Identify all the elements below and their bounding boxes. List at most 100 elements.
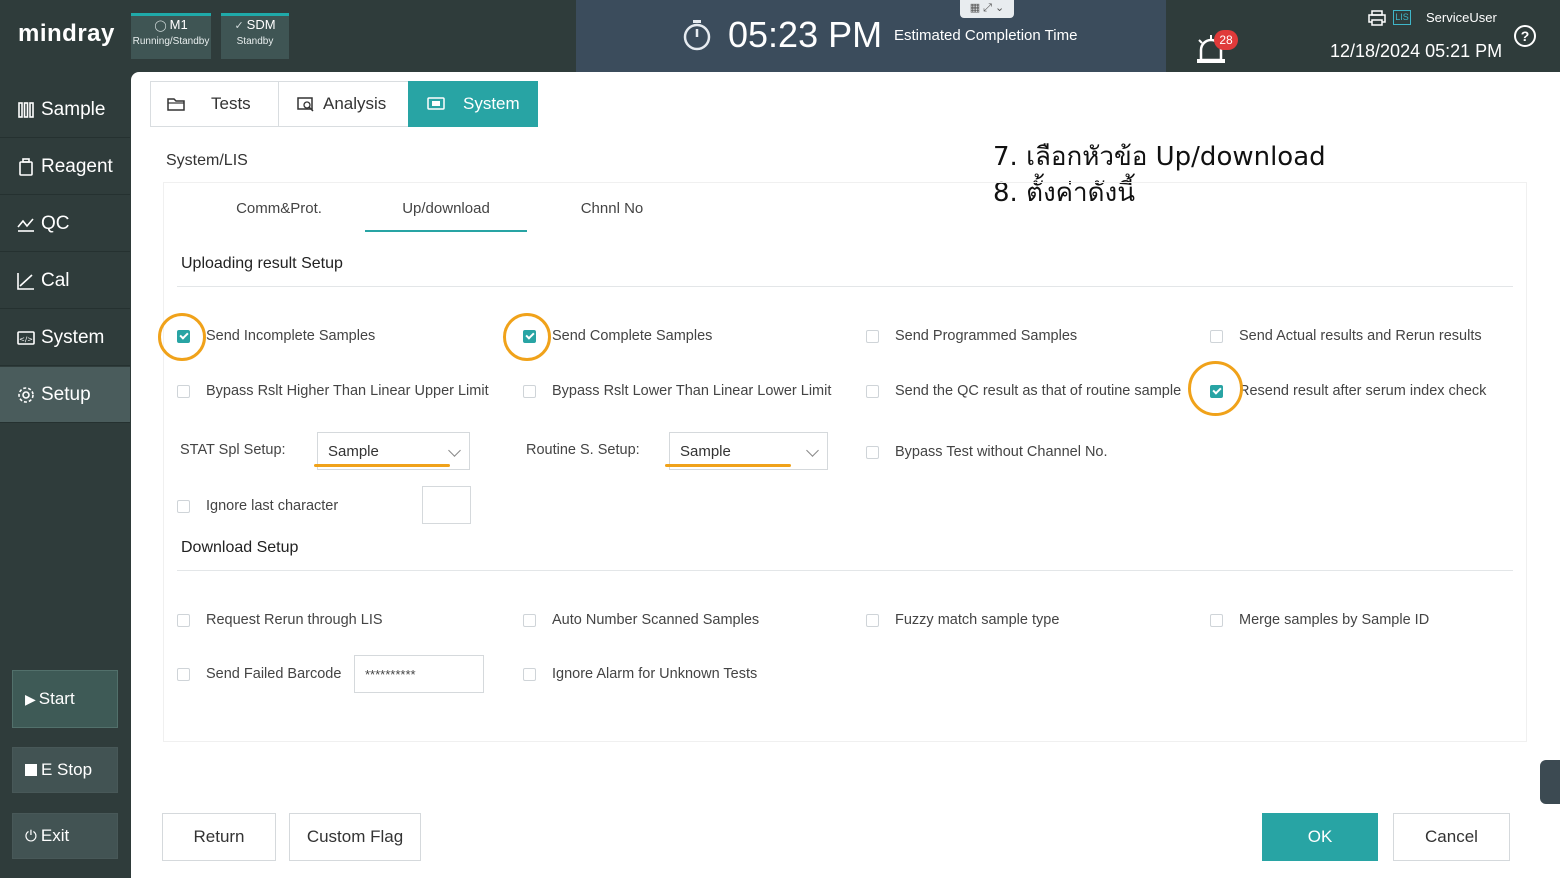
checkbox[interactable] <box>177 384 190 398</box>
breadcrumb: System/LIS <box>166 152 248 169</box>
system-icon: </> <box>17 330 35 345</box>
option-send-qc-as-routine[interactable]: Send the QC result as that of routine sa… <box>866 381 1181 401</box>
chevron-down-icon <box>806 444 819 457</box>
checkbox[interactable] <box>1210 613 1223 627</box>
highlight-underline <box>314 464 450 467</box>
folder-icon <box>167 98 185 111</box>
checkbox[interactable] <box>523 613 536 627</box>
alarm-count-badge: 28 <box>1214 30 1238 50</box>
return-button[interactable]: Return <box>162 813 276 861</box>
analysis-icon <box>297 97 314 112</box>
option-resend-after-serum-index[interactable]: Resend result after serum index check <box>1210 381 1486 401</box>
highlight-circle <box>1188 361 1243 416</box>
emergency-stop-button[interactable]: E Stop <box>12 747 118 793</box>
expand-toggle-icon[interactable]: ▦ ⤢ ⌄ <box>960 0 1014 18</box>
mindray-logo: mindray <box>18 20 115 47</box>
checkbox[interactable] <box>177 499 190 513</box>
sidebar-item-label: Reagent <box>41 155 113 177</box>
highlight-underline <box>665 464 791 467</box>
option-send-programmed-samples[interactable]: Send Programmed Samples <box>866 326 1077 346</box>
reagent-icon <box>19 157 33 176</box>
help-icon[interactable]: ? <box>1514 25 1536 47</box>
custom-flag-button[interactable]: Custom Flag <box>289 813 421 861</box>
sidebar-item-label: Cal <box>41 269 70 291</box>
module-m1[interactable]: ◯ M1 Running/Standby <box>131 13 211 59</box>
option-ignore-last-character[interactable]: Ignore last character <box>177 496 338 516</box>
checkbox[interactable] <box>866 445 879 459</box>
tab-system[interactable]: System <box>408 81 538 127</box>
subtab-comm-prot[interactable]: Comm&Prot. <box>209 200 349 232</box>
top-bar: mindray ◯ M1 Running/Standby ✓ SDM Standby… <box>0 0 1560 72</box>
option-ignore-alarm-unknown-tests[interactable]: Ignore Alarm for Unknown Tests <box>523 664 757 684</box>
sidebar-item-label: Setup <box>41 383 91 405</box>
sidebar-item-label: System <box>41 326 105 348</box>
subtab-chnnl-no[interactable]: Chnnl No <box>542 200 682 232</box>
cancel-button[interactable]: Cancel <box>1393 813 1510 861</box>
highlight-circle <box>158 313 206 361</box>
checkbox[interactable] <box>523 384 536 398</box>
sidebar-item-qc[interactable]: QC <box>0 196 130 252</box>
subtab-up-download[interactable]: Up/download <box>365 200 527 232</box>
option-bypass-higher-limit[interactable]: Bypass Rslt Higher Than Linear Upper Lim… <box>177 381 489 401</box>
sidebar-item-cal[interactable]: Cal <box>0 253 130 309</box>
option-send-actual-and-rerun[interactable]: Send Actual results and Rerun results <box>1210 326 1482 346</box>
play-icon: ▶ <box>25 690 36 707</box>
sidebar-item-label: Sample <box>41 98 106 120</box>
checkbox[interactable] <box>177 613 190 627</box>
gear-icon <box>18 386 34 403</box>
completion-time-panel: 05:23 PM Estimated Completion Time <box>576 0 1166 72</box>
module-status: Standby <box>236 36 274 47</box>
printer-icon[interactable] <box>1368 10 1386 26</box>
sidebar-item-system[interactable]: </> System <box>0 310 130 366</box>
module-name: SDM <box>246 17 276 32</box>
option-bypass-no-channel[interactable]: Bypass Test without Channel No. <box>866 442 1108 462</box>
sidebar-item-setup[interactable]: Setup <box>0 367 130 423</box>
checkbox[interactable] <box>866 329 879 343</box>
option-bypass-lower-limit[interactable]: Bypass Rslt Lower Than Linear Lower Limi… <box>523 381 831 401</box>
option-auto-number-scanned[interactable]: Auto Number Scanned Samples <box>523 610 759 630</box>
side-handle-icon[interactable] <box>1540 760 1560 804</box>
power-icon: ⏻ <box>25 827 37 845</box>
option-send-failed-barcode[interactable]: Send Failed Barcode <box>177 664 341 684</box>
lis-status-icon: LIS <box>1393 10 1411 25</box>
checkbox[interactable] <box>523 667 536 681</box>
qc-icon <box>17 217 34 232</box>
sample-icon <box>18 101 34 118</box>
current-user[interactable]: ServiceUser <box>1426 10 1497 25</box>
option-request-rerun-lis[interactable]: Request Rerun through LIS <box>177 610 383 630</box>
system-icon <box>427 97 445 110</box>
start-button[interactable]: ▶ Start <box>12 670 118 728</box>
checkbox[interactable] <box>177 667 190 681</box>
stopwatch-icon <box>683 20 711 51</box>
tab-analysis[interactable]: Analysis <box>278 81 409 127</box>
current-datetime: 12/18/2024 05:21 PM <box>1330 41 1503 61</box>
checkbox[interactable] <box>1210 329 1223 343</box>
option-merge-by-sample-id[interactable]: Merge samples by Sample ID <box>1210 610 1429 630</box>
cal-icon <box>17 272 34 290</box>
module-name: M1 <box>169 17 188 32</box>
tab-tests[interactable]: Tests <box>150 81 279 127</box>
exit-button[interactable]: ⏻ Exit <box>12 813 118 859</box>
divider <box>177 286 1513 287</box>
sidebar: Sample Reagent QC Cal </> System Setup ▶… <box>0 72 130 878</box>
ignore-last-character-input[interactable] <box>422 486 471 524</box>
upload-section-title: Uploading result Setup <box>181 255 343 272</box>
failed-barcode-input[interactable]: ********** <box>354 655 484 693</box>
checkbox[interactable] <box>866 613 879 627</box>
stat-setup-label: STAT Spl Setup: <box>180 442 286 458</box>
option-fuzzy-match-sample-type[interactable]: Fuzzy match sample type <box>866 610 1059 630</box>
instruction-annotation: 7. เลือกหัวข้อ Up/download <box>993 142 1326 172</box>
download-section-title: Download Setup <box>181 539 299 556</box>
sidebar-item-reagent[interactable]: Reagent <box>0 139 130 195</box>
option-send-complete-samples[interactable]: Send Complete Samples <box>523 326 712 346</box>
checkbox[interactable] <box>866 384 879 398</box>
sidebar-item-label: QC <box>41 212 70 234</box>
main-panel: Tests Analysis System System/LIS 7. เลือ… <box>131 72 1560 878</box>
sidebar-item-sample[interactable]: Sample <box>0 82 130 138</box>
completion-time-label: Estimated Completion Time <box>894 27 1078 44</box>
svg-text:</>: </> <box>19 335 33 343</box>
option-send-incomplete-samples[interactable]: Send Incomplete Samples <box>177 326 375 346</box>
highlight-circle <box>503 313 551 361</box>
ok-button[interactable]: OK <box>1262 813 1378 861</box>
module-sdm[interactable]: ✓ SDM Standby <box>221 13 289 59</box>
